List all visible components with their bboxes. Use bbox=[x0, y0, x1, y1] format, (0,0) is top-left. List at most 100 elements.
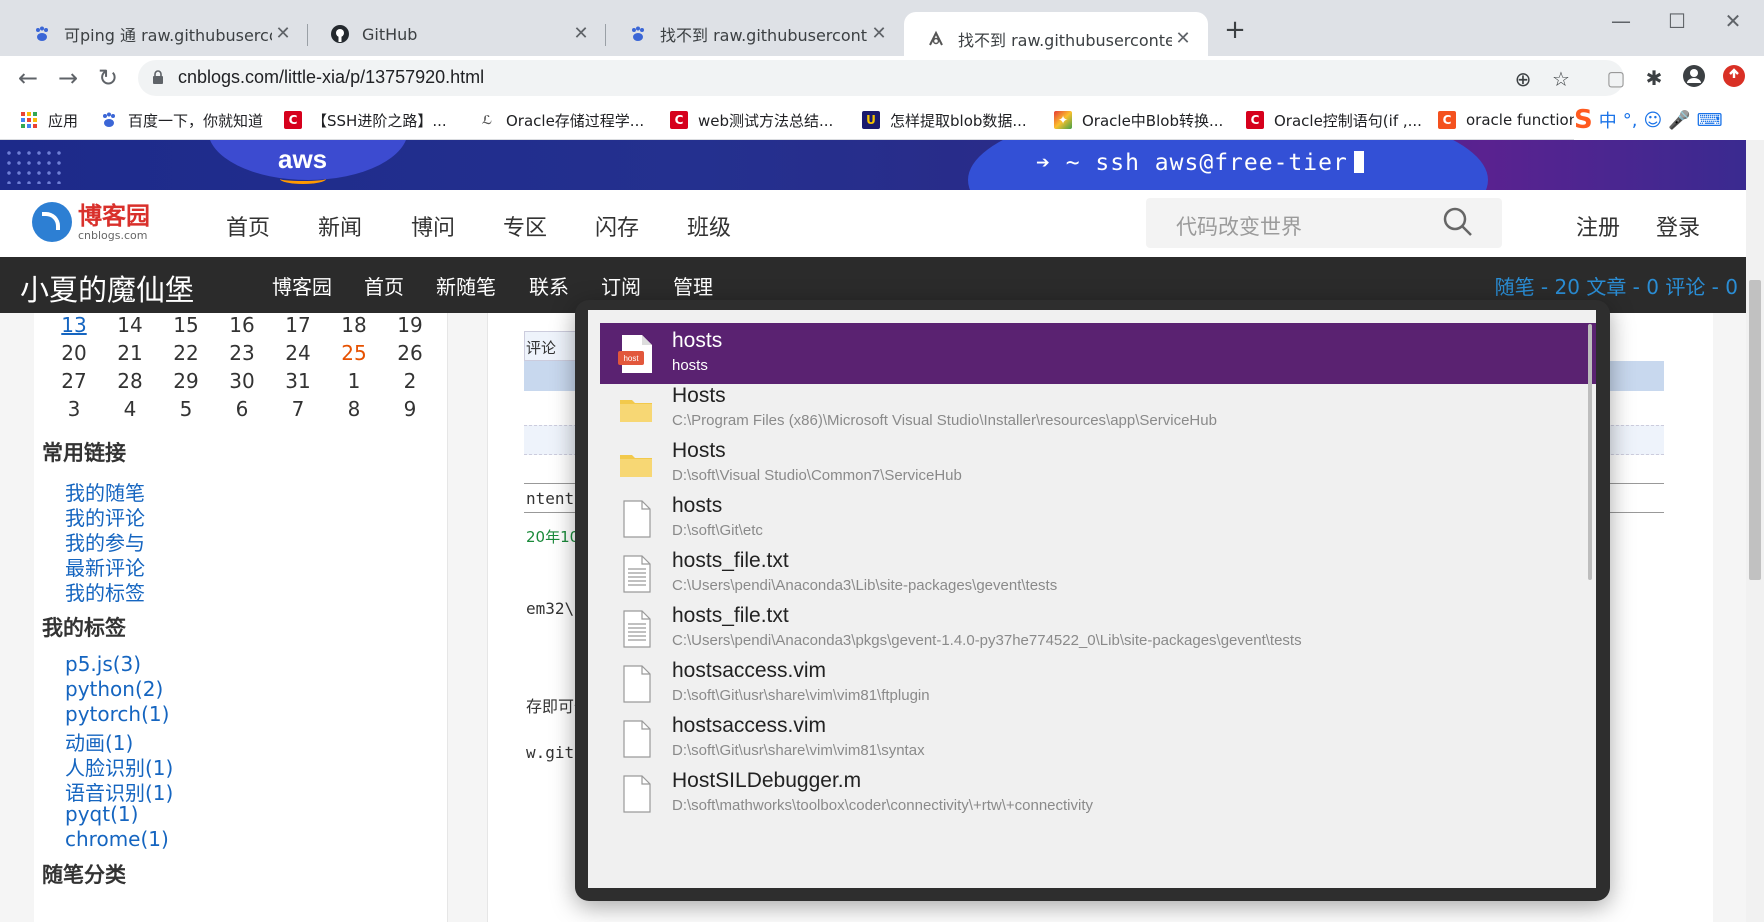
nav-home[interactable]: 首页 bbox=[226, 210, 270, 242]
csdn-icon: C bbox=[284, 111, 302, 129]
calendar-day: 19 bbox=[397, 313, 423, 337]
bookmark-apps[interactable]: 应用 bbox=[20, 109, 78, 131]
result-item-selected[interactable]: host hosts hosts bbox=[600, 323, 1596, 384]
calendar-day-today: 25 bbox=[341, 341, 367, 365]
result-item[interactable]: hostsaccess.vim D:\soft\Git\usr\share\vi… bbox=[600, 653, 1596, 714]
cnblogs-logo[interactable]: 博客园 cnblogs.com bbox=[32, 202, 150, 242]
reload-button[interactable]: ↻ bbox=[92, 62, 124, 94]
forward-button[interactable]: → bbox=[52, 62, 84, 94]
result-item[interactable]: Hosts D:\soft\Visual Studio\Common7\Serv… bbox=[600, 433, 1596, 494]
close-icon[interactable]: ✕ bbox=[570, 23, 592, 45]
calendar-day: 24 bbox=[285, 341, 311, 365]
tag-link[interactable]: chrome(1) bbox=[65, 827, 169, 851]
address-bar[interactable]: cnblogs.com/little-xia/p/13757920.html ⊕… bbox=[138, 60, 1624, 96]
extensions-puzzle-icon[interactable]: ✱ bbox=[1640, 64, 1668, 92]
maximize-button[interactable]: ☐ bbox=[1652, 8, 1702, 34]
result-item[interactable]: hosts D:\soft\Git\etc bbox=[600, 488, 1596, 549]
new-tab-button[interactable]: + bbox=[1222, 17, 1248, 44]
result-name: hosts_file.txt bbox=[672, 604, 789, 627]
blog-nav-contact[interactable]: 联系 bbox=[529, 271, 569, 300]
link-my-tags[interactable]: 我的标签 bbox=[65, 577, 145, 606]
page-scrollbar[interactable] bbox=[1746, 140, 1764, 922]
result-name: hosts_file.txt bbox=[672, 549, 789, 572]
result-item[interactable]: HostSILDebugger.m D:\soft\mathworks\tool… bbox=[600, 763, 1596, 824]
ime-toolbar[interactable]: S 中 °, ☺ 🎤 ⌨ bbox=[1574, 100, 1764, 140]
tab-label: 可ping 通 raw.githubuserconte bbox=[64, 26, 272, 45]
scrollbar-thumb[interactable] bbox=[1749, 280, 1761, 580]
baidu-paw-icon bbox=[32, 24, 52, 44]
profile-avatar-icon[interactable] bbox=[1680, 64, 1708, 92]
punctuation-icon[interactable]: °, bbox=[1623, 110, 1638, 131]
bookmark-star-icon[interactable]: ☆ bbox=[1548, 66, 1574, 92]
tab-2[interactable]: GitHub ✕ bbox=[308, 12, 606, 56]
tag-link[interactable]: pytorch(1) bbox=[65, 702, 169, 726]
blog-nav-manage[interactable]: 管理 bbox=[673, 271, 713, 300]
tab-label: 找不到 raw.githubusercontent. bbox=[660, 26, 868, 45]
bookmark-oracle-blob[interactable]: ✦ Oracle中Blob转换... bbox=[1054, 109, 1223, 131]
nav-flash[interactable]: 闪存 bbox=[595, 210, 639, 242]
blog-title[interactable]: 小夏的魔仙堡 bbox=[20, 267, 194, 309]
login-link[interactable]: 登录 bbox=[1656, 210, 1700, 242]
text-file-icon bbox=[623, 555, 651, 593]
bookmark-blob[interactable]: U 怎样提取blob数据... bbox=[862, 109, 1027, 131]
tag-link[interactable]: python(2) bbox=[65, 677, 163, 701]
calendar-day: 3 bbox=[67, 397, 81, 421]
update-alert-icon[interactable] bbox=[1720, 64, 1748, 92]
close-icon[interactable]: ✕ bbox=[1172, 28, 1194, 50]
nav-class[interactable]: 班级 bbox=[687, 210, 731, 242]
window-close-button[interactable]: ✕ bbox=[1708, 8, 1758, 34]
tag-link[interactable]: pyqt(1) bbox=[65, 802, 138, 826]
keyboard-icon[interactable]: ⌨ bbox=[1697, 110, 1723, 131]
emoji-icon[interactable]: ☺ bbox=[1643, 110, 1662, 131]
calendar-day: 8 bbox=[347, 397, 361, 421]
extension-reader-icon[interactable]: ▢ bbox=[1602, 64, 1630, 92]
nav-qa[interactable]: 博问 bbox=[411, 210, 455, 242]
result-item[interactable]: Hosts C:\Program Files (x86)\Microsoft V… bbox=[600, 378, 1596, 439]
blog-nav-subscribe[interactable]: 订阅 bbox=[601, 271, 641, 300]
calendar-row: 13 14 15 16 17 18 19 bbox=[46, 313, 438, 341]
bookmark-oracle-control[interactable]: C Oracle控制语句(if ,... bbox=[1246, 109, 1422, 131]
tag-link[interactable]: p5.js(3) bbox=[65, 652, 141, 676]
microphone-icon[interactable]: 🎤 bbox=[1668, 110, 1690, 131]
bookmark-label: 【SSH进阶之路】... bbox=[312, 111, 447, 130]
calendar-day: 2 bbox=[403, 369, 417, 393]
result-item[interactable]: hosts_file.txt C:\Users\pendi\Anaconda3\… bbox=[600, 598, 1596, 659]
result-name: Hosts bbox=[672, 384, 726, 407]
results-scrollbar[interactable] bbox=[1588, 324, 1592, 580]
search-icon[interactable] bbox=[1442, 206, 1474, 238]
nav-news[interactable]: 新闻 bbox=[318, 210, 362, 242]
register-link[interactable]: 注册 bbox=[1576, 210, 1620, 242]
bookmark-ssh[interactable]: C 【SSH进阶之路】... bbox=[284, 109, 447, 131]
site-search-box[interactable]: 代码改变世界 bbox=[1146, 198, 1502, 248]
ad-banner[interactable]: aws ➔ ~ ssh aws@free-tier bbox=[0, 140, 1746, 190]
bookmark-oracle-proc[interactable]: ℒ Oracle存储过程学... bbox=[478, 109, 644, 131]
csdn-icon: C bbox=[1246, 111, 1264, 129]
tab-1[interactable]: 可ping 通 raw.githubuserconte ✕ bbox=[10, 12, 308, 56]
tab-3[interactable]: 找不到 raw.githubusercontent. ✕ bbox=[606, 12, 904, 56]
result-item[interactable]: hosts_file.txt C:\Users\pendi\Anaconda3\… bbox=[600, 543, 1596, 604]
ime-mode-label[interactable]: 中 bbox=[1599, 107, 1617, 133]
baidu-paw-icon bbox=[100, 111, 118, 129]
terminal-cursor bbox=[1353, 151, 1364, 173]
bookmark-web-test[interactable]: C web测试方法总结... bbox=[670, 109, 833, 131]
close-icon[interactable]: ✕ bbox=[868, 23, 890, 45]
blog-nav-cnblogs[interactable]: 博客园 bbox=[272, 271, 332, 300]
calendar-day: 18 bbox=[341, 313, 367, 337]
nav-zone[interactable]: 专区 bbox=[503, 210, 547, 242]
calendar-day: 22 bbox=[173, 341, 199, 365]
bookmark-baidu[interactable]: 百度一下，你就知道 bbox=[100, 109, 263, 131]
tags-title: 我的标签 bbox=[42, 616, 126, 640]
result-item[interactable]: hostsaccess.vim D:\soft\Git\usr\share\vi… bbox=[600, 708, 1596, 769]
blog-nav-new-post[interactable]: 新随笔 bbox=[436, 271, 496, 300]
bookmark-label: Oracle存储过程学... bbox=[506, 111, 645, 130]
result-name: HostSILDebugger.m bbox=[672, 769, 862, 792]
minimize-button[interactable]: — bbox=[1596, 8, 1646, 34]
close-icon[interactable]: ✕ bbox=[272, 23, 294, 45]
back-button[interactable]: ← bbox=[12, 62, 44, 94]
search-placeholder: 代码改变世界 bbox=[1176, 215, 1302, 239]
bookmarks-bar: 应用 百度一下，你就知道 C 【SSH进阶之路】... ℒ Oracle存储过程… bbox=[0, 100, 1764, 140]
blog-nav-home[interactable]: 首页 bbox=[364, 271, 404, 300]
calendar-day[interactable]: 13 bbox=[46, 313, 102, 341]
bookmark-oracle-function[interactable]: C oracle function bbox=[1438, 109, 1578, 131]
zoom-icon[interactable]: ⊕ bbox=[1510, 66, 1536, 92]
